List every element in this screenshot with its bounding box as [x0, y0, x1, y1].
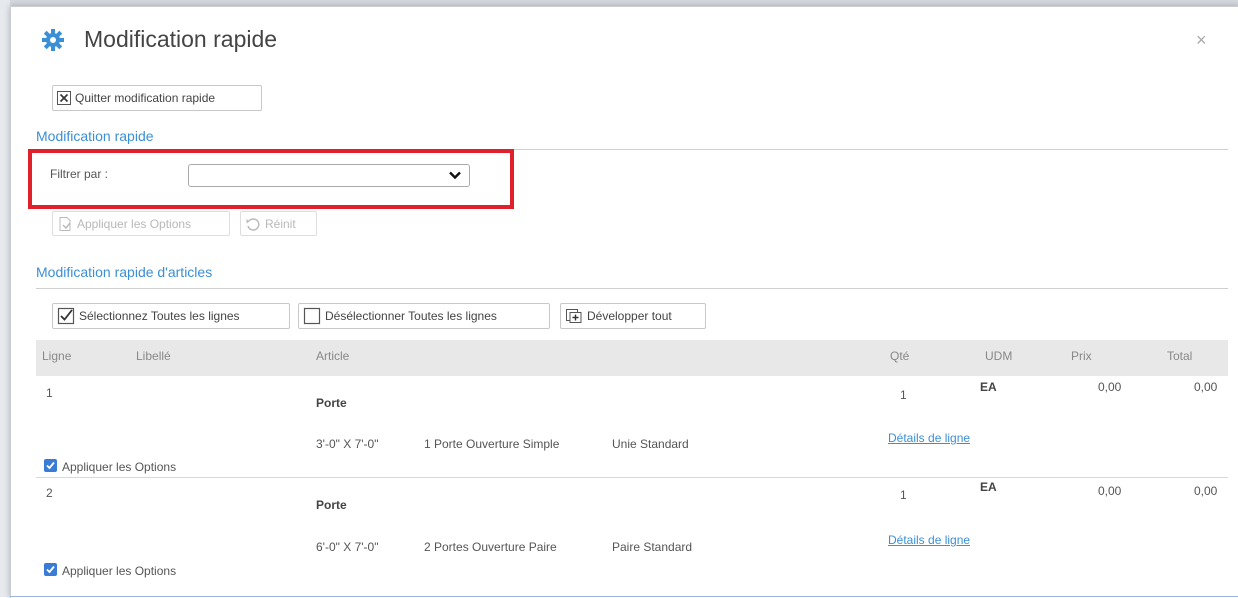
background-frame-left — [0, 0, 10, 597]
row-article-name: Porte — [316, 498, 347, 512]
reset-button[interactable]: Réinit — [240, 211, 317, 236]
quit-quick-edit-button[interactable]: Quitter modification rapide — [52, 85, 262, 111]
checkbox-checked-icon — [46, 565, 55, 574]
apply-options-checkbox[interactable] — [44, 563, 57, 576]
expand-all-button[interactable]: Développer tout — [560, 303, 706, 329]
section-divider — [36, 288, 1228, 289]
row-uom: EA — [980, 480, 997, 494]
close-box-icon — [57, 91, 71, 105]
line-details-link[interactable]: Détails de ligne — [888, 533, 970, 547]
deselect-all-lines-label: Désélectionner Toutes les lignes — [325, 309, 497, 323]
row-style: Unie Standard — [612, 437, 689, 451]
row-price: 0,00 — [1098, 484, 1122, 498]
column-header-qty: Qté — [890, 349, 910, 363]
reset-label: Réinit — [265, 216, 296, 231]
dialog-title: Modification rapide — [84, 26, 278, 52]
empty-box-icon — [303, 307, 321, 325]
row-config: 1 Porte Ouverture Simple — [424, 437, 560, 451]
row-price: 0,00 — [1098, 380, 1122, 394]
column-header-article: Article — [316, 349, 350, 363]
row-style: Paire Standard — [612, 540, 693, 554]
apply-options-checkbox-label: Appliquer les Options — [62, 564, 177, 578]
checkbox-checked-icon — [46, 461, 55, 470]
column-header-label: Libellé — [136, 349, 171, 363]
column-header-uom: UDM — [985, 349, 1013, 363]
gear-icon — [42, 29, 64, 51]
select-all-lines-label: Sélectionnez Toutes les lignes — [79, 309, 240, 323]
column-header-price: Prix — [1071, 349, 1092, 363]
filter-select[interactable] — [188, 164, 470, 187]
deselect-all-lines-button[interactable]: Désélectionner Toutes les lignes — [298, 303, 550, 329]
row-line-number: 2 — [46, 486, 53, 500]
row-config: 2 Portes Ouverture Paire — [424, 540, 557, 554]
section-title-quick-edit-articles: Modification rapide d'articles — [36, 264, 213, 280]
row-dimension: 3'-0" X 7'-0" — [316, 437, 379, 451]
expand-icon — [566, 309, 582, 323]
apply-options-button[interactable]: Appliquer les Options — [52, 211, 230, 236]
reset-icon — [246, 217, 260, 231]
checked-box-icon — [57, 307, 75, 325]
line-details-link[interactable]: Détails de ligne — [888, 431, 970, 445]
apply-options-icon — [59, 216, 71, 231]
column-header-line: Ligne — [42, 349, 72, 363]
apply-options-checkbox-label: Appliquer les Options — [62, 460, 177, 474]
row-total: 0,00 — [1194, 484, 1218, 498]
row-qty: 1 — [900, 388, 907, 402]
row-dimension: 6'-0" X 7'-0" — [316, 540, 379, 554]
column-header-total: Total — [1167, 349, 1193, 363]
quit-quick-edit-label: Quitter modification rapide — [75, 91, 216, 105]
row-divider — [36, 477, 1228, 478]
row-qty: 1 — [900, 488, 907, 502]
row-total: 0,00 — [1194, 380, 1218, 394]
apply-options-checkbox[interactable] — [44, 459, 57, 472]
filter-label: Filtrer par : — [50, 167, 109, 181]
section-title-quick-edit: Modification rapide — [36, 128, 154, 144]
apply-options-label: Appliquer les Options — [77, 216, 192, 231]
row-article-name: Porte — [316, 396, 347, 410]
row-line-number: 1 — [46, 386, 53, 400]
select-all-lines-button[interactable]: Sélectionnez Toutes les lignes — [52, 303, 290, 329]
row-uom: EA — [980, 380, 997, 394]
table-header — [36, 340, 1228, 376]
close-icon[interactable]: × — [1196, 30, 1207, 51]
expand-all-label: Développer tout — [587, 309, 672, 323]
chevron-down-icon — [449, 171, 461, 180]
